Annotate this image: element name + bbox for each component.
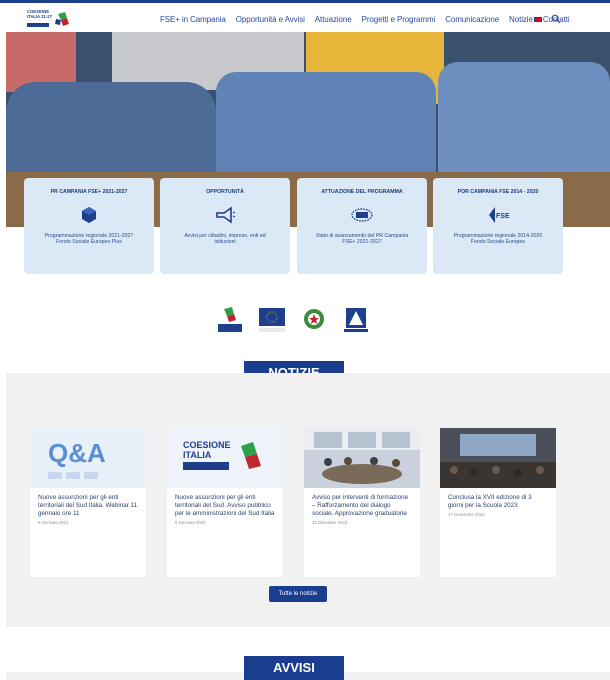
news-section: Q&A Nuove assunzioni per gli enti territ… bbox=[6, 373, 610, 627]
news-date: 21 Dicembre 2023 bbox=[312, 520, 348, 525]
news-title[interactable]: Nuove assunzioni per gli enti territoria… bbox=[30, 488, 146, 518]
news-date: 17 Novembre 2023 bbox=[448, 512, 485, 517]
news-title[interactable]: Nuove assunzioni per gli enti territoria… bbox=[167, 488, 283, 518]
svg-text:Q&A: Q&A bbox=[48, 438, 106, 468]
card-attuazione[interactable]: ATTUAZIONE DEL PROGRAMMA Stato di avanza… bbox=[297, 178, 427, 274]
eu-flag-logo[interactable] bbox=[258, 307, 286, 333]
card-title: OPPORTUNITÀ bbox=[206, 189, 244, 195]
svg-text:COESIONE: COESIONE bbox=[183, 440, 231, 450]
card-text: Programmazione regionale 2014-2020 Fondo… bbox=[453, 233, 543, 246]
card-pr-campania[interactable]: PR CAMPANIA FSE+ 2021-2027 Programmazion… bbox=[24, 178, 154, 274]
nav-item-comunicazione[interactable]: Comunicazione bbox=[445, 15, 499, 24]
news-image-qa: Q&A bbox=[30, 428, 146, 488]
news-card[interactable]: Avviso per interventi di formazione – Ra… bbox=[304, 428, 420, 577]
news-date: 9 Gennaio 2024 bbox=[38, 520, 69, 525]
uk-flag-icon[interactable] bbox=[534, 17, 542, 22]
main-menu: FSE+ in Campania Opportunità e Avvisi At… bbox=[160, 15, 580, 24]
nav-item-progetti[interactable]: Progetti e Programmi bbox=[362, 15, 436, 24]
news-card[interactable]: Q&A Nuove assunzioni per gli enti territ… bbox=[30, 428, 146, 577]
card-opportunita[interactable]: OPPORTUNITÀ Avvisi per cittadini, impres… bbox=[160, 178, 290, 274]
top-navigation-bar: COESIONE ITALIA 21-27 FSE+ in Campania O… bbox=[0, 0, 610, 32]
news-title[interactable]: Conclusa la XVII edizione di 3 giorni pe… bbox=[440, 488, 556, 510]
news-image-coesione: COESIONE ITALIA bbox=[167, 428, 283, 488]
coesione-italia-logo[interactable] bbox=[216, 307, 244, 333]
italian-republic-emblem[interactable] bbox=[300, 307, 328, 333]
eu-stars-icon bbox=[351, 208, 373, 222]
news-card[interactable]: Conclusa la XVII edizione di 3 giorni pe… bbox=[440, 428, 556, 577]
nav-item-attuazione[interactable]: Attuazione bbox=[315, 15, 352, 24]
card-title: POR CAMPANIA FSE 2014 - 2020 bbox=[457, 189, 539, 195]
nav-item-opportunita[interactable]: Opportunità e Avvisi bbox=[236, 15, 305, 24]
news-card[interactable]: COESIONE ITALIA Nuove assunzioni per gli… bbox=[167, 428, 283, 577]
svg-text:FSE: FSE bbox=[496, 213, 509, 220]
nav-item-fse[interactable]: FSE+ in Campania bbox=[160, 15, 226, 24]
avvisi-heading: AVVISI bbox=[244, 656, 344, 680]
cubes-icon bbox=[82, 207, 96, 223]
search-icon[interactable] bbox=[551, 14, 561, 24]
card-title: PR CAMPANIA FSE+ 2021-2027 bbox=[50, 189, 128, 195]
partner-logos bbox=[216, 307, 370, 333]
news-date: 5 Gennaio 2024 bbox=[175, 520, 206, 525]
logo-text: COESIONE ITALIA 21-27 bbox=[27, 9, 52, 19]
card-text: Programmazione regionale 2021-2027 Fondo… bbox=[44, 233, 134, 246]
card-text: Stato di avanzamento del PR Campania FSE… bbox=[315, 233, 409, 246]
news-title[interactable]: Avviso per interventi di formazione – Ra… bbox=[304, 488, 420, 518]
news-image-meeting bbox=[304, 428, 420, 488]
logo-tag bbox=[27, 23, 49, 27]
svg-text:ITALIA: ITALIA bbox=[183, 450, 212, 460]
campania-region-logo[interactable] bbox=[342, 307, 370, 333]
news-image-hall bbox=[440, 428, 556, 488]
megaphone-icon bbox=[216, 206, 236, 224]
nav-item-notizie[interactable]: Notizie bbox=[509, 15, 533, 24]
site-logo[interactable]: COESIONE ITALIA 21-27 bbox=[27, 9, 71, 30]
card-text: Avvisi per cittadini, imprese, enti ed i… bbox=[184, 233, 266, 246]
logo-mark-icon bbox=[55, 12, 69, 26]
all-news-button[interactable]: Tutte le notizie bbox=[269, 586, 327, 602]
card-title: ATTUAZIONE DEL PROGRAMMA bbox=[321, 189, 403, 195]
card-por-campania[interactable]: POR CAMPANIA FSE 2014 - 2020 FSE Program… bbox=[433, 178, 563, 274]
fse-icon: FSE bbox=[489, 207, 509, 223]
